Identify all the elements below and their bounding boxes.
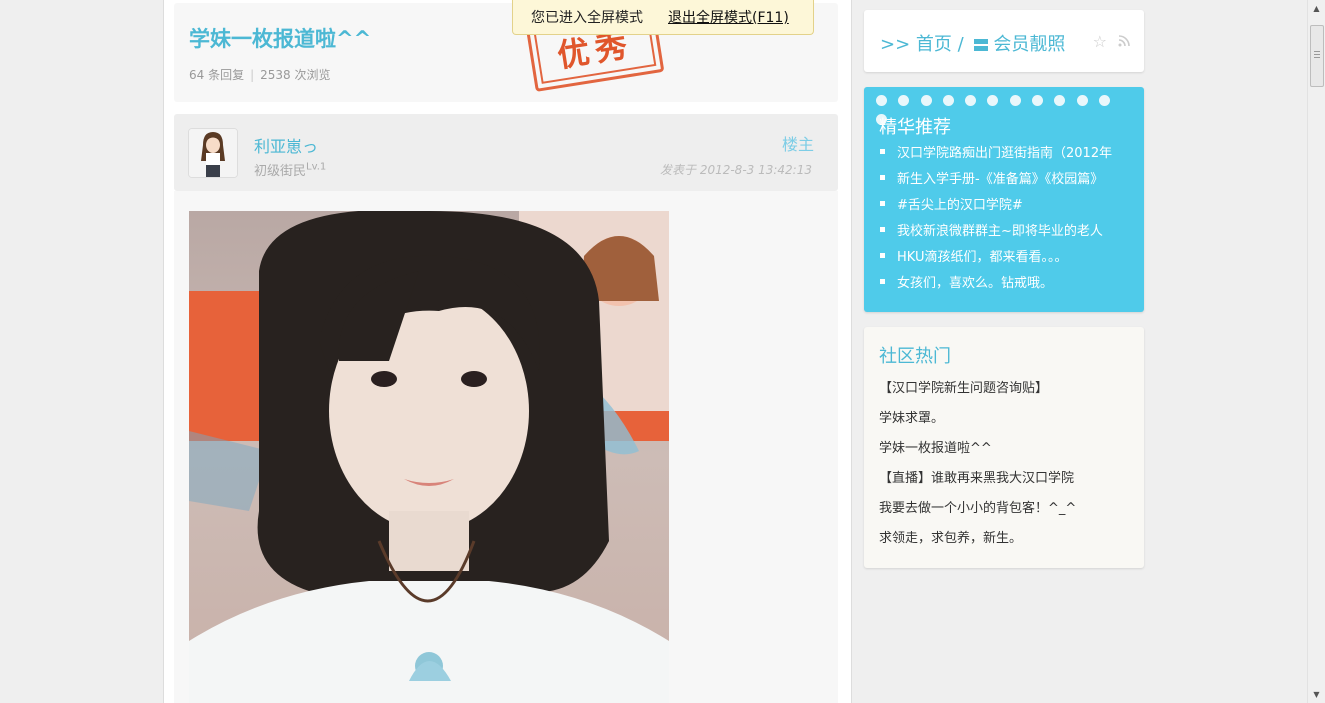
hot-topics-title: 社区热门	[879, 346, 951, 367]
featured-item[interactable]: HKU滴孩纸们，都来看看。。。	[880, 248, 1130, 274]
post-photo[interactable]	[189, 211, 669, 703]
view-count: 2538 次浏览	[260, 68, 331, 82]
hot-topics-list: 【汉口学院新生问题咨询贴】 学妹求罩。 学妹一枚报道啦^^ 【直播】谁敢再来黑我…	[879, 379, 1076, 559]
hot-topic-item[interactable]: 学妹求罩。	[879, 409, 1076, 439]
featured-item[interactable]: 新生入学手册-《准备篇》《校园篇》	[880, 170, 1130, 196]
meta-separator: |	[250, 68, 255, 82]
hot-topics-box: 社区热门 【汉口学院新生问题咨询贴】 学妹求罩。 学妹一枚报道啦^^ 【直播】谁…	[864, 327, 1144, 568]
breadcrumb-actions: ☆	[1093, 32, 1130, 51]
fullscreen-notice: 您已进入全屏模式 退出全屏模式(F11)	[512, 0, 814, 35]
floor-label: 楼主	[781, 135, 814, 154]
breadcrumb-box: >> 首页 / 会员靓照 ☆	[864, 10, 1144, 72]
featured-box: 精华推荐 汉口学院路痴出门逛街指南（2012年 新生入学手册-《准备篇》《校园篇…	[864, 87, 1144, 312]
hot-topic-item[interactable]: 【汉口学院新生问题咨询贴】	[879, 379, 1076, 409]
binder-dots	[876, 91, 1138, 125]
level-badge: Lv.1	[306, 161, 327, 173]
scroll-up-arrow-icon[interactable]: ▲	[1308, 0, 1325, 17]
featured-item[interactable]: #舌尖上的汉口学院#	[880, 196, 1130, 222]
post-photo-image	[189, 211, 669, 703]
post-time: 发表于 2012-8-3 13:42:13	[660, 163, 812, 177]
author-rank: 初级街民Lv.1	[254, 160, 326, 179]
post-body	[174, 191, 838, 703]
exit-fullscreen-link[interactable]: 退出全屏模式(F11)	[668, 0, 789, 36]
featured-item[interactable]: 女孩们，喜欢么。钻戒哦。	[880, 274, 1130, 300]
featured-item[interactable]: 我校新浪微群群主~即将毕业的老人	[880, 222, 1130, 248]
topic-title[interactable]: 学妹一枚报道啦^^	[189, 23, 371, 53]
rank-label: 初级街民	[254, 164, 307, 179]
fullscreen-message: 您已进入全屏模式	[531, 10, 643, 26]
breadcrumb: >> 首页 / 会员靓照	[880, 30, 1065, 56]
hot-topic-item[interactable]: 学妹一枚报道啦^^	[879, 439, 1076, 469]
rss-icon[interactable]	[1118, 35, 1130, 47]
author-name[interactable]: 利亚崽っ	[254, 133, 318, 157]
menu-icon	[974, 39, 989, 51]
topic-meta: 64 条回复 | 2538 次浏览	[189, 66, 331, 83]
featured-list: 汉口学院路痴出门逛街指南（2012年 新生入学手册-《准备篇》《校园篇》 #舌尖…	[880, 144, 1130, 300]
avatar-image	[189, 129, 237, 177]
post-header: 利亚崽っ 初级街民Lv.1 楼主 发表于 2012-8-3 13:42:13	[174, 114, 838, 191]
avatar[interactable]	[188, 128, 238, 178]
breadcrumb-home[interactable]: >> 首页 /	[880, 34, 964, 55]
featured-item[interactable]: 汉口学院路痴出门逛街指南（2012年	[880, 144, 1130, 170]
scrollbar-thumb[interactable]	[1310, 25, 1324, 87]
star-icon[interactable]: ☆	[1093, 32, 1107, 51]
scroll-down-arrow-icon[interactable]: ▼	[1308, 686, 1325, 703]
hot-topic-item[interactable]: 求领走，求包养，新生。	[879, 529, 1076, 559]
vertical-scrollbar[interactable]: ▲ ▼	[1307, 0, 1325, 703]
reply-count: 64 条回复	[189, 68, 245, 82]
hot-topic-item[interactable]: 我要去做一个小小的背包客！^_^	[879, 499, 1076, 529]
featured-title: 精华推荐	[879, 117, 951, 138]
breadcrumb-section[interactable]: 会员靓照	[993, 34, 1065, 55]
hot-topic-item[interactable]: 【直播】谁敢再来黑我大汉口学院	[879, 469, 1076, 499]
